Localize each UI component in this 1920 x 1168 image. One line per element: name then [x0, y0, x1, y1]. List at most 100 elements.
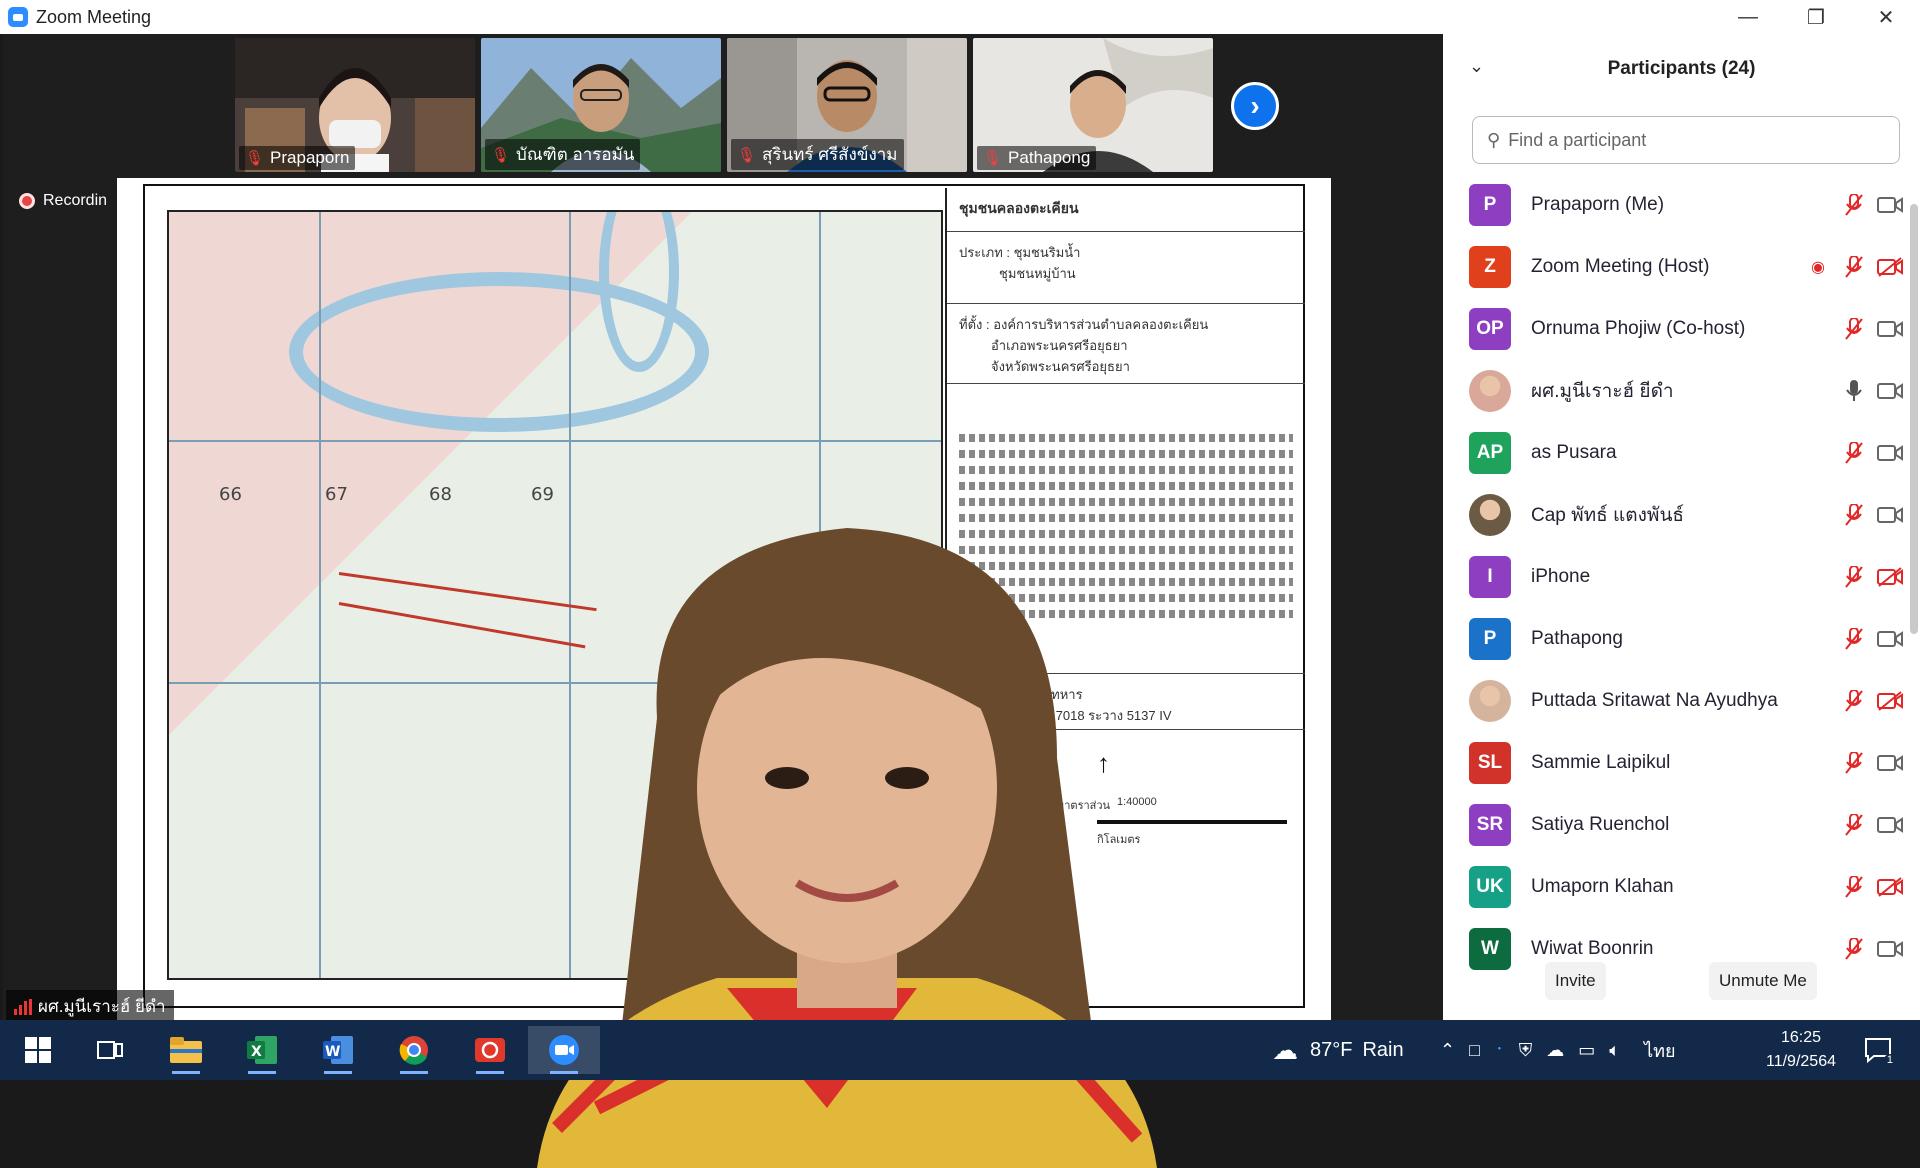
video-thumbnail[interactable]: 🎙︎ Prapaporn [235, 38, 475, 172]
muted-microphone-icon [1841, 812, 1867, 838]
file-explorer-icon[interactable] [158, 1026, 214, 1074]
participant-row[interactable]: Puttada Sritawat Na Ayudhya [1443, 670, 1913, 732]
minimize-icon[interactable]: — [1714, 0, 1782, 34]
participant-search-input[interactable]: ⚲ Find a participant [1472, 116, 1900, 164]
legend-location-3: จังหวัดพระนครศรีอยุธยา [991, 359, 1130, 374]
participants-list[interactable]: P Prapaporn (Me) Z Zoom Meeting (Host) ◉ OP Or… [1443, 174, 1913, 974]
thumbnail-name-tag: 🎙︎ Pathapong [977, 146, 1097, 170]
video-off-icon [1877, 874, 1903, 900]
participant-row[interactable]: P Prapaporn (Me) [1443, 174, 1913, 236]
video-area: 🎙︎ Prapaporn 🎙︎ บัณฑิต อารอมัน 🎙︎ สุรินท… [3, 34, 1443, 1168]
shared-screen: 66 67 68 69 ชุมชนคลองตะเคียน ประเภท : ชุ… [117, 178, 1331, 1168]
windows-start-icon[interactable] [10, 1026, 66, 1074]
notification-count-badge: 1 [1883, 1054, 1896, 1066]
video-off-icon [1877, 688, 1903, 714]
chrome-icon[interactable] [386, 1026, 442, 1074]
participant-status-icons: ◉ [1805, 236, 1903, 298]
participant-name: Wiwat Boonrin [1531, 938, 1654, 959]
svg-text:X: X [251, 1044, 262, 1060]
muted-mic-icon: 🎙︎ [983, 150, 1003, 167]
next-page-button[interactable]: › [1231, 82, 1279, 130]
windows-taskbar: X W ☁ 87°F Rain ⌃ □ ᛫ ⛨ ☁ ▭ 🔈︎ ไทย 16:25… [0, 1020, 1920, 1080]
participant-status-icons [1841, 360, 1903, 422]
zoom-taskbar-icon[interactable] [528, 1026, 600, 1074]
participant-avatar: SR [1469, 804, 1511, 846]
video-camera-icon [1877, 626, 1903, 652]
participant-row[interactable]: P Pathapong [1443, 608, 1913, 670]
muted-microphone-icon [1841, 750, 1867, 776]
clock-time: 16:25 [1780, 1029, 1822, 1046]
video-thumbnail[interactable]: 🎙︎ Pathapong [973, 38, 1213, 172]
participant-row[interactable]: SR Satiya Ruenchol [1443, 794, 1913, 856]
clock-date: 11/9/2564 [1766, 1053, 1836, 1070]
video-thumbnail[interactable]: 🎙︎ บัณฑิต อารอมัน [481, 38, 721, 172]
word-icon[interactable]: W [310, 1026, 366, 1074]
participant-row[interactable]: AP as Pusara [1443, 422, 1913, 484]
participant-row[interactable]: UK Umaporn Klahan [1443, 856, 1913, 918]
muted-microphone-icon [1841, 874, 1867, 900]
video-off-icon [1877, 564, 1903, 590]
participant-name: iPhone [1531, 566, 1591, 587]
system-clock[interactable]: 16:25 11/9/2564 [1746, 1026, 1856, 1074]
video-off-icon [1877, 254, 1903, 280]
participant-row[interactable]: SL Sammie Laipikul [1443, 732, 1913, 794]
zoom-app-icon [8, 7, 28, 27]
grid-line [319, 212, 321, 978]
participant-status-icons [1841, 794, 1903, 856]
participant-avatar [1469, 370, 1511, 412]
weather-description: Rain [1362, 1038, 1404, 1061]
audio-level-icon [14, 998, 32, 1015]
volume-icon[interactable]: 🔈︎ [1609, 1040, 1620, 1061]
muted-microphone-icon [1841, 192, 1867, 218]
active-speaker-name-tag: ผศ.มูนีเราะฮ์ ยีดำ [6, 990, 174, 1023]
notification-center-icon[interactable]: 1 [1852, 1026, 1904, 1074]
participant-row[interactable]: Cap พัทธ์ แตงพันธ์ [1443, 484, 1913, 546]
weather-widget[interactable]: ☁ 87°F Rain [1272, 1020, 1404, 1080]
participant-row[interactable]: Z Zoom Meeting (Host) ◉ [1443, 236, 1913, 298]
participant-name: Umaporn Klahan [1531, 876, 1674, 897]
map-grid-number: 69 [531, 484, 554, 505]
participant-status-icons [1841, 608, 1903, 670]
muted-mic-icon: 🎙︎ [491, 146, 511, 164]
bluetooth-icon[interactable]: ᛫ [1494, 1040, 1505, 1061]
legend-type-2: ชุมชนหมู่บ้าน [999, 266, 1076, 281]
restore-icon[interactable]: ❐ [1782, 0, 1850, 34]
participant-row[interactable]: ผศ.มูนีเราะฮ์ ยีดำ [1443, 360, 1913, 422]
thumbnail-name-tag: 🎙︎ สุรินทร์ ศรีสังข์งาม [731, 139, 904, 170]
close-icon[interactable]: ✕ [1852, 0, 1920, 34]
participant-status-icons [1841, 484, 1903, 546]
battery-icon[interactable]: ▭ [1578, 1040, 1595, 1061]
legend-location-2: อำเภอพระนครศรีอยุธยา [991, 338, 1128, 353]
participant-status-icons [1841, 732, 1903, 794]
recording-label: Recordin [43, 192, 108, 209]
participant-name: Puttada Sritawat Na Ayudhya [1531, 690, 1778, 711]
muted-microphone-icon [1841, 936, 1867, 962]
unmute-me-button[interactable]: Unmute Me [1709, 962, 1817, 1000]
participant-name: ผศ.มูนีเราะฮ์ ยีดำ [1531, 381, 1674, 402]
video-camera-icon [1877, 936, 1903, 962]
video-camera-icon [1877, 316, 1903, 342]
participant-row[interactable]: OP Ornuma Phojiw (Co-host) [1443, 298, 1913, 360]
video-thumbnail[interactable]: 🎙︎ สุรินทร์ ศรีสังข์งาม [727, 38, 967, 172]
task-view-icon[interactable] [82, 1026, 138, 1074]
invite-button[interactable]: Invite [1545, 962, 1606, 1000]
map-grid-number: 66 [219, 484, 242, 505]
recording-indicator[interactable]: Recordin [19, 192, 107, 210]
thumbnail-name: บัณฑิต อารอมัน [516, 145, 635, 164]
muted-mic-icon: 🎙︎ [737, 146, 757, 164]
excel-icon[interactable]: X [234, 1026, 290, 1074]
input-language[interactable]: ไทย [1644, 1036, 1675, 1065]
legend-title: ชุมชนคลองตะเคียน [947, 188, 1305, 232]
camera-app-icon[interactable] [462, 1026, 518, 1074]
participant-avatar: P [1469, 184, 1511, 226]
participants-footer: Invite Unmute Me [1443, 962, 1920, 1002]
participant-name: Ornuma Phojiw (Co-host) [1531, 318, 1746, 339]
participants-scrollbar[interactable] [1910, 204, 1918, 634]
chevron-up-icon[interactable]: ⌃ [1440, 1040, 1455, 1061]
window-title: Zoom Meeting [36, 6, 152, 27]
thumbnail-name: Prapaporn [270, 148, 350, 167]
onedrive-icon[interactable]: ☁ [1546, 1040, 1564, 1061]
meet-now-icon[interactable]: □ [1469, 1040, 1480, 1061]
security-shield-icon[interactable]: ⛨ [1519, 1040, 1533, 1061]
participant-row[interactable]: IiPhone [1443, 546, 1913, 608]
